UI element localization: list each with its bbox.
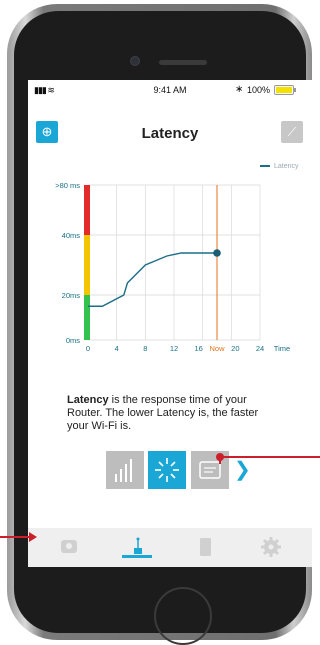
front-camera bbox=[130, 56, 140, 66]
page-title: Latency bbox=[141, 125, 199, 142]
chart-graph-button[interactable]: ⟋ bbox=[281, 121, 303, 143]
active-tab-indicator bbox=[122, 555, 152, 558]
now-tick-label: Now bbox=[209, 344, 225, 353]
battery-icon bbox=[274, 85, 296, 95]
annotation-line-left bbox=[0, 536, 30, 538]
latency-zone-bar bbox=[84, 185, 90, 235]
annotation-arrow-icon bbox=[29, 532, 37, 542]
nav-settings[interactable] bbox=[246, 528, 296, 567]
x-tick-label: 0 bbox=[86, 344, 90, 353]
nav-router[interactable] bbox=[112, 528, 162, 567]
latency-zone-bar bbox=[84, 235, 90, 295]
battery-percent: 100% bbox=[247, 85, 271, 95]
settings-gear-icon bbox=[261, 537, 281, 557]
x-axis-label: Time bbox=[274, 344, 290, 353]
next-chevron-icon[interactable]: ❯ bbox=[234, 457, 251, 482]
phone-icon bbox=[200, 538, 211, 556]
signal-bars-icon bbox=[115, 459, 132, 482]
annotation-line-horizontal bbox=[219, 456, 320, 458]
y-tick-label: 20ms bbox=[62, 291, 81, 300]
status-bar: ▮▮▮ ≋ 9:41 AM ∗ 100% bbox=[28, 80, 312, 100]
latency-zone-bar bbox=[84, 295, 90, 340]
latency-chart: >80 ms 40ms 20ms 0ms 0 4 8 12 16 Now 20 24 Time bbox=[55, 181, 290, 353]
latency-burst-icon bbox=[155, 458, 179, 482]
nav-phone[interactable] bbox=[180, 528, 230, 567]
y-tick-label: >80 ms bbox=[55, 181, 80, 190]
router-icon bbox=[134, 537, 142, 554]
chart-legend: Latency bbox=[260, 163, 299, 170]
latency-description: Latency is the response time of your Rou… bbox=[67, 394, 259, 432]
bluetooth-icon: ∗ bbox=[235, 84, 244, 95]
nav-camera[interactable] bbox=[44, 528, 94, 567]
x-tick-label: 4 bbox=[115, 344, 119, 353]
x-tick-label: 24 bbox=[256, 344, 264, 353]
x-tick-label: 12 bbox=[170, 344, 178, 353]
signal-tile[interactable] bbox=[106, 451, 144, 489]
x-tick-label: 16 bbox=[194, 344, 202, 353]
y-tick-label: 0ms bbox=[66, 336, 80, 345]
earpiece-speaker bbox=[159, 60, 207, 65]
bottom-nav bbox=[28, 528, 312, 567]
annotation-line-vertical bbox=[219, 457, 221, 464]
latency-tile[interactable] bbox=[148, 451, 186, 489]
camera-icon bbox=[61, 540, 77, 553]
app-screen: ▮▮▮ ≋ 9:41 AM ∗ 100% ⊕ Latency ⟋ Latency… bbox=[28, 80, 312, 567]
y-tick-label: 40ms bbox=[62, 231, 81, 240]
latency-current-point bbox=[213, 249, 221, 257]
latency-line bbox=[88, 252, 217, 307]
home-button[interactable] bbox=[154, 587, 212, 645]
x-tick-label: 8 bbox=[143, 344, 147, 353]
x-tick-label: 20 bbox=[231, 344, 239, 353]
